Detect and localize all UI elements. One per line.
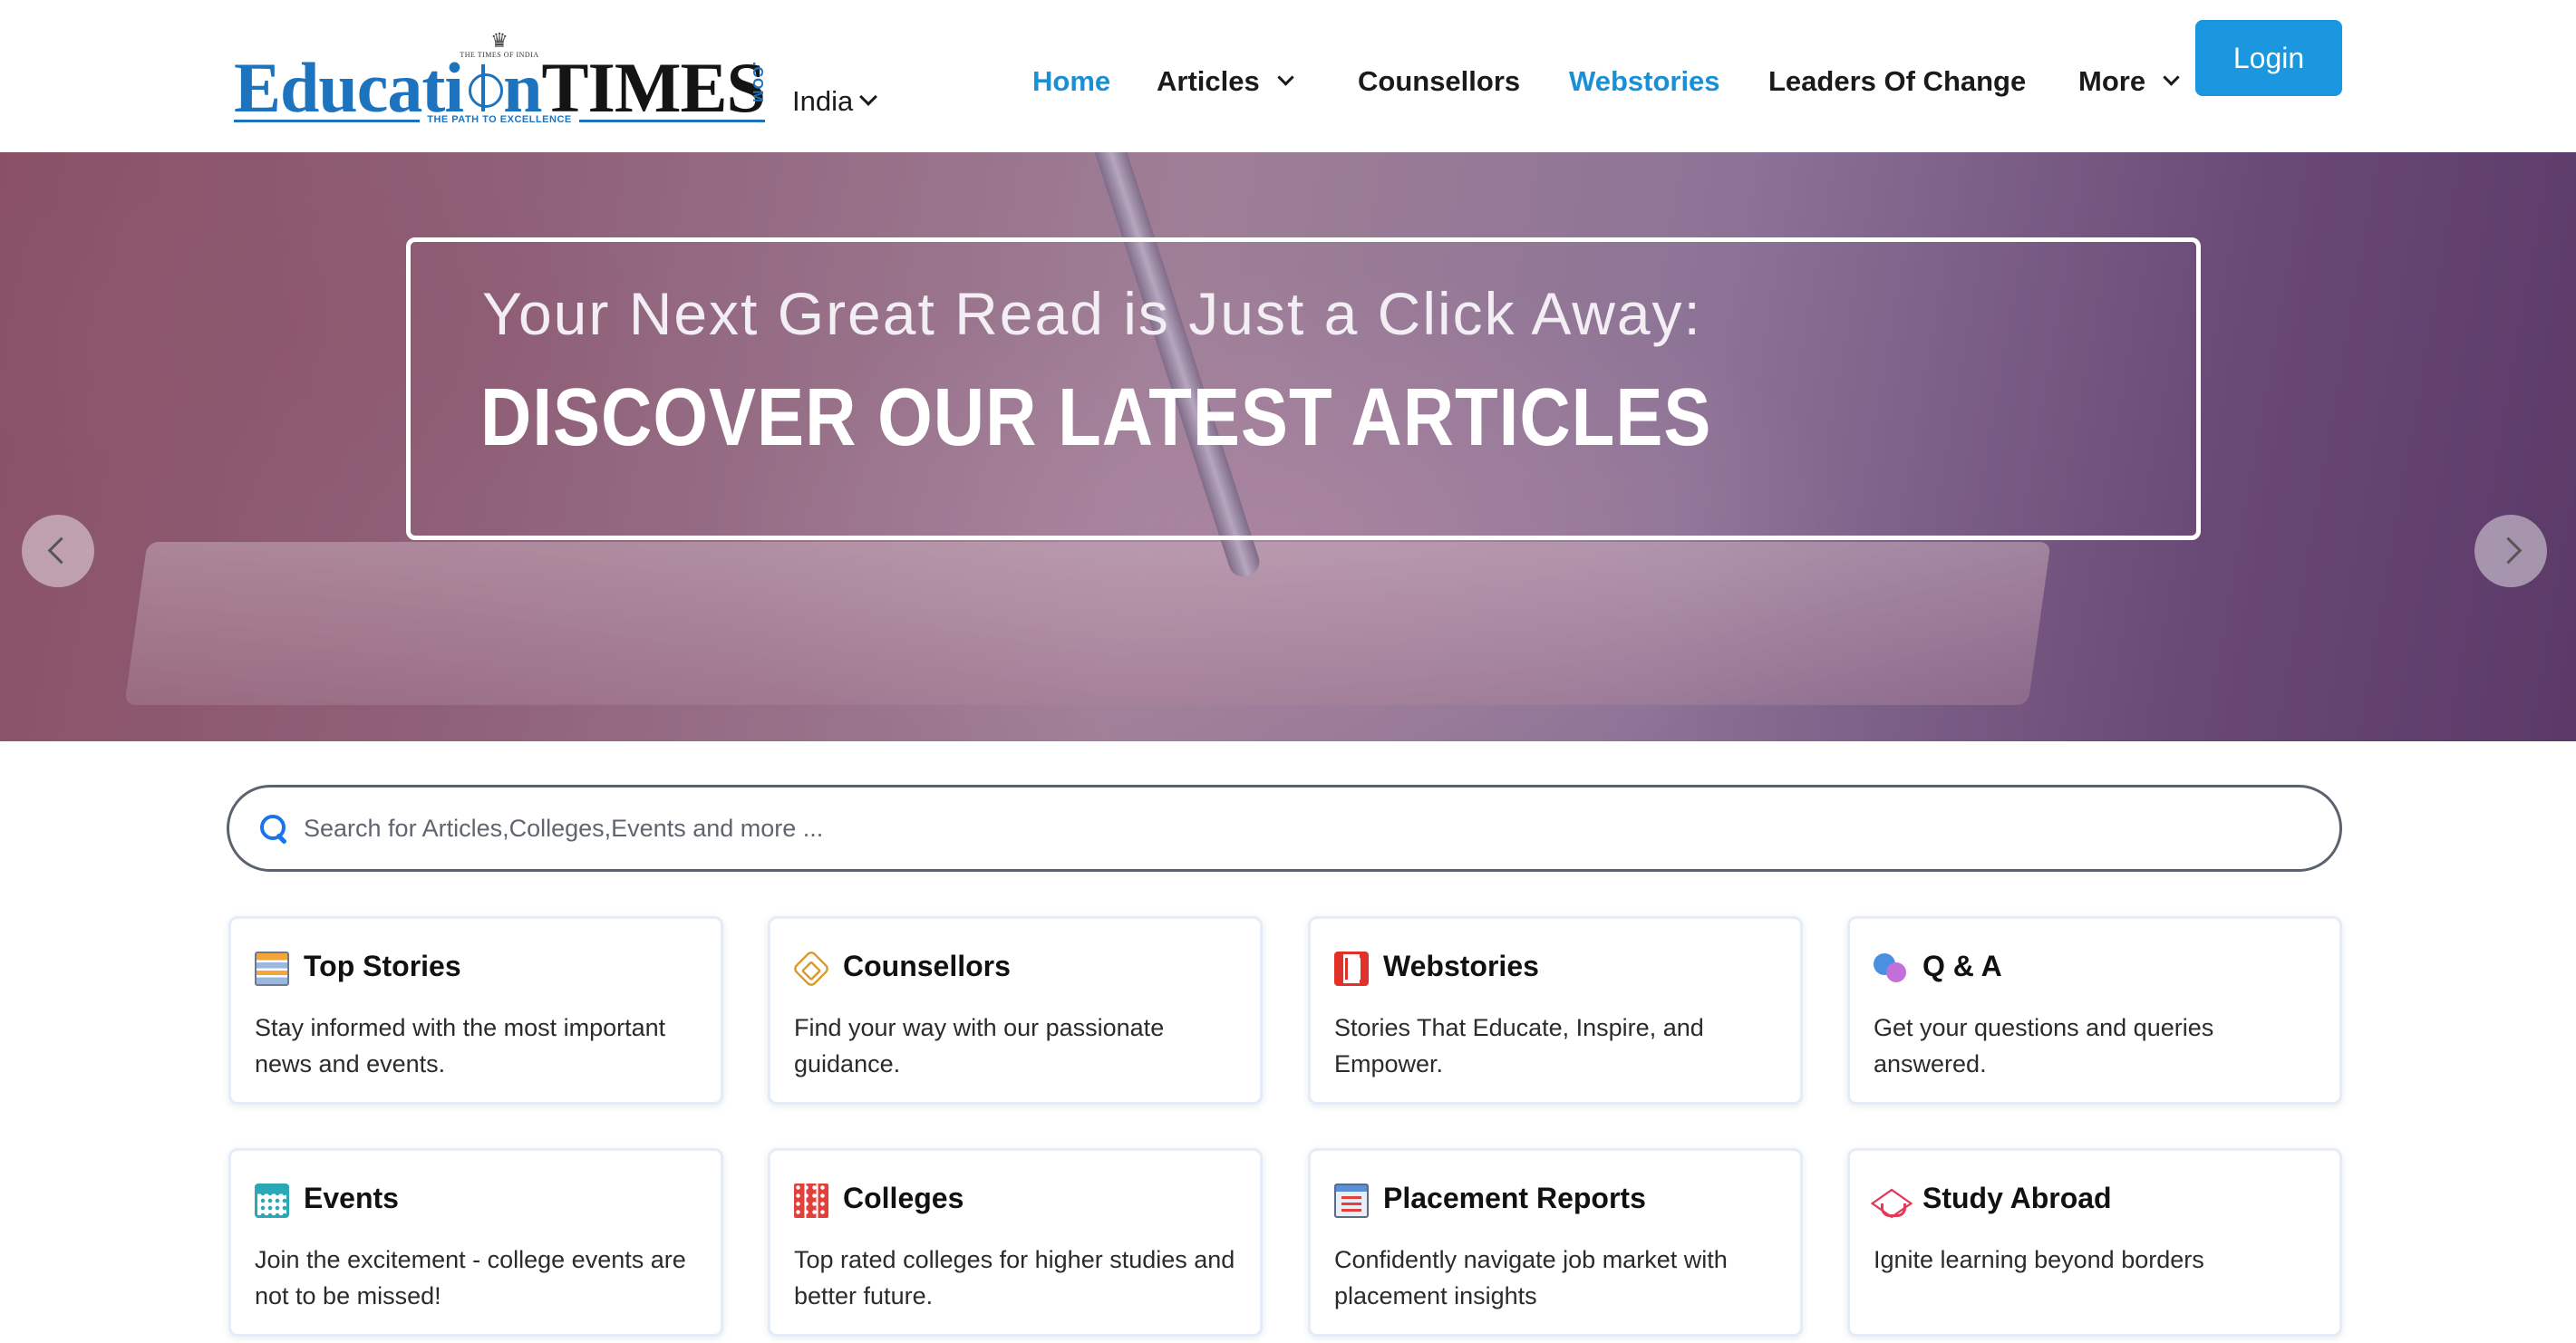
- card-placement-reports[interactable]: Placement Reports Confidently navigate j…: [1308, 1148, 1803, 1337]
- hero-headline: Your Next Great Read is Just a Click Awa…: [482, 280, 1702, 347]
- nav-webstories[interactable]: Webstories: [1569, 63, 1720, 100]
- card-title: Top Stories: [304, 950, 461, 982]
- card-description: Stories That Educate, Inspire, and Empow…: [1334, 1014, 1704, 1077]
- card-title: Webstories: [1383, 950, 1539, 982]
- card-title: Events: [304, 1182, 399, 1214]
- card-description: Find your way with our passionate guidan…: [794, 1014, 1165, 1077]
- report-icon: [1334, 1184, 1369, 1218]
- card-description: Confidently navigate job market with pla…: [1334, 1246, 1728, 1309]
- region-label: India: [792, 85, 854, 117]
- nav-leaders-of-change[interactable]: Leaders Of Change: [1768, 63, 2026, 100]
- card-counsellors[interactable]: Counsellors Find your way with our passi…: [768, 916, 1263, 1105]
- card-title: Placement Reports: [1383, 1182, 1646, 1214]
- chat-bubbles-icon: [1874, 952, 1908, 986]
- film-icon: [1334, 952, 1369, 986]
- logo-tagline: THE PATH TO EXCELLENCE: [234, 111, 765, 127]
- hero-subheadline: DISCOVER OUR LATEST ARTICLES: [480, 371, 1712, 463]
- card-colleges[interactable]: Colleges Top rated colleges for higher s…: [768, 1148, 1263, 1337]
- chevron-down-icon: [859, 88, 878, 106]
- handshake-icon: [791, 949, 831, 989]
- graduation-cap-icon: [1874, 1184, 1908, 1218]
- region-selector[interactable]: India: [792, 85, 878, 118]
- nav-articles[interactable]: Articles: [1157, 63, 1294, 100]
- card-study-abroad[interactable]: Study Abroad Ignite learning beyond bord…: [1847, 1148, 2342, 1337]
- card-title: Study Abroad: [1922, 1182, 2112, 1214]
- hero-carousel: Your Next Great Read is Just a Click Awa…: [0, 152, 2576, 741]
- card-description: Top rated colleges for higher studies an…: [794, 1246, 1235, 1309]
- calendar-icon: [255, 1184, 289, 1218]
- card-description: Ignite learning beyond borders: [1874, 1246, 2204, 1273]
- login-button[interactable]: Login: [2195, 20, 2342, 96]
- card-description: Stay informed with the most important ne…: [255, 1014, 666, 1077]
- card-title: Colleges: [843, 1182, 964, 1214]
- building-icon: [794, 1184, 828, 1218]
- card-description: Join the excitement - college events are…: [255, 1246, 686, 1309]
- nav-counsellors[interactable]: Counsellors: [1358, 63, 1520, 100]
- compass-icon: [463, 59, 504, 113]
- carousel-prev-button[interactable]: [22, 515, 94, 587]
- search-icon[interactable]: [260, 815, 289, 845]
- card-events[interactable]: Events Join the excitement - college eve…: [228, 1148, 723, 1337]
- card-description: Get your questions and queries answered.: [1874, 1014, 2214, 1077]
- card-top-stories[interactable]: Top Stories Stay informed with the most …: [228, 916, 723, 1105]
- site-header: ♛ THE TIMES OF INDIA Educati nTIMES .COM …: [0, 0, 2576, 152]
- card-q-and-a[interactable]: Q & A Get your questions and queries ans…: [1847, 916, 2342, 1105]
- chevron-down-icon: [2163, 68, 2180, 86]
- nav-home[interactable]: Home: [1032, 63, 1110, 100]
- nav-more[interactable]: More: [2078, 63, 2180, 100]
- card-webstories[interactable]: Webstories Stories That Educate, Inspire…: [1308, 916, 1803, 1105]
- logo-com-suffix: .COM: [750, 62, 765, 103]
- education-times-logo[interactable]: ♛ THE TIMES OF INDIA Educati nTIMES .COM …: [234, 31, 766, 127]
- search-input[interactable]: [304, 806, 2298, 851]
- chevron-down-icon: [1277, 68, 1294, 86]
- search-bar: [227, 785, 2342, 872]
- card-title: Counsellors: [843, 950, 1011, 982]
- card-title: Q & A: [1922, 950, 2002, 982]
- newspaper-icon: [255, 952, 289, 986]
- carousel-next-button[interactable]: [2474, 515, 2547, 587]
